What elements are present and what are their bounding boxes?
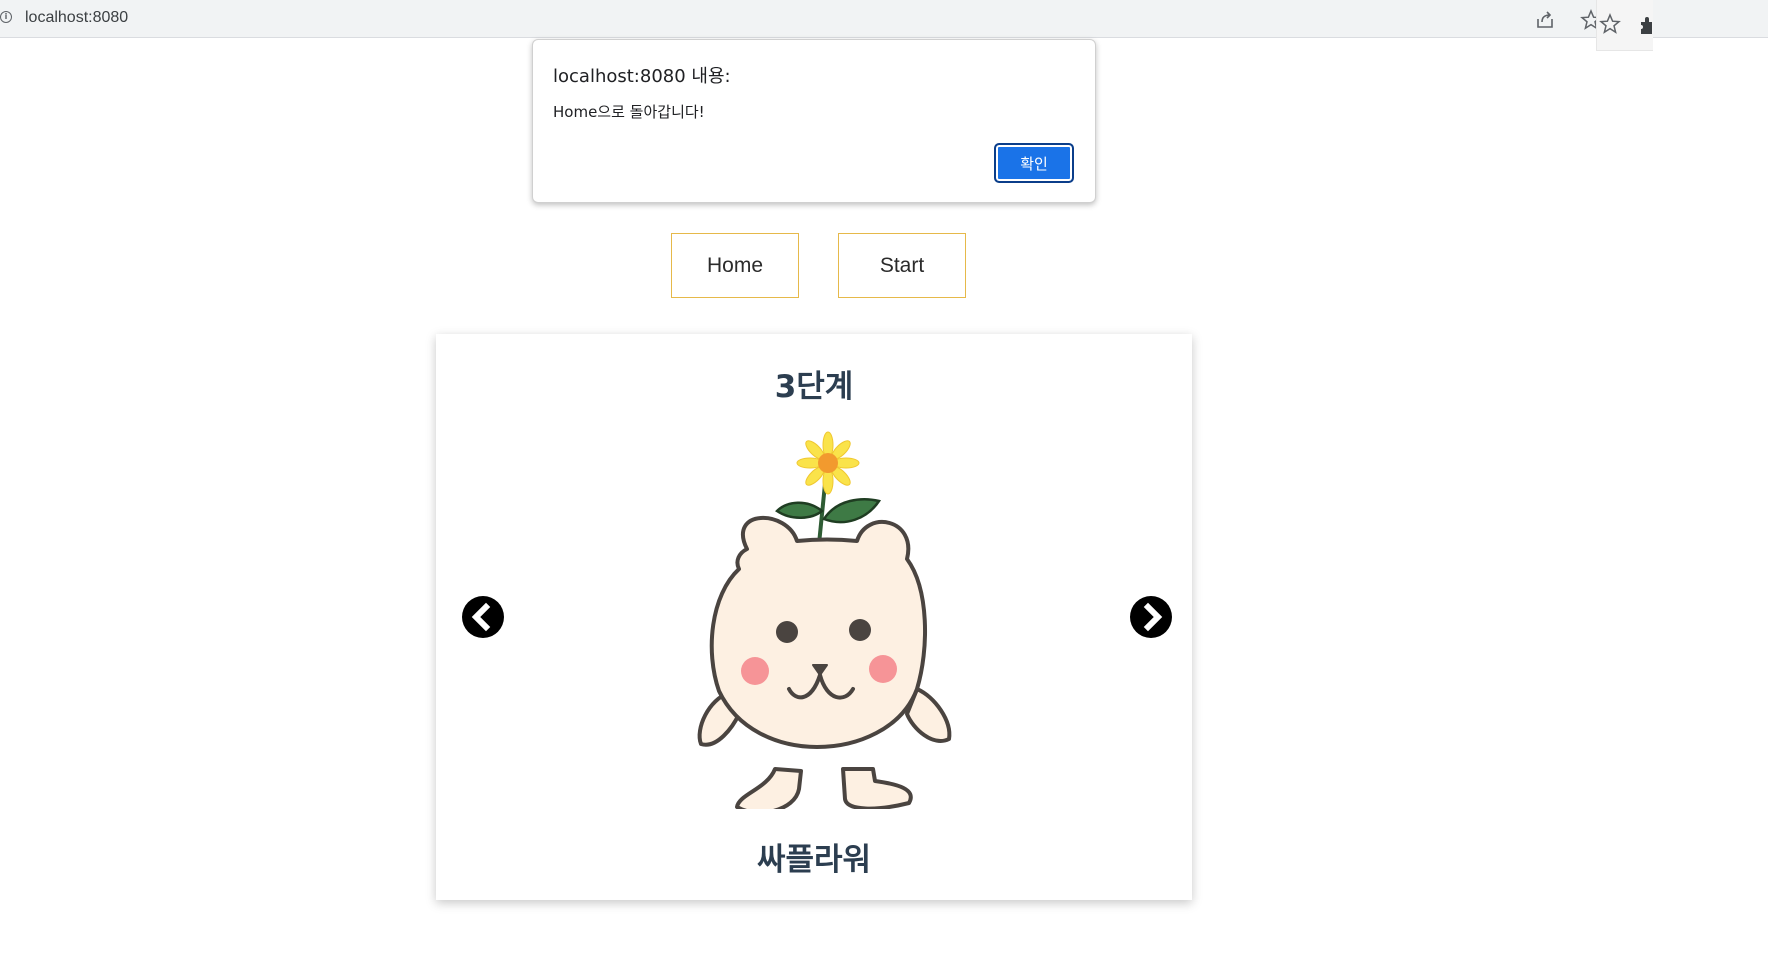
share-icon[interactable] [1534, 9, 1556, 31]
chevron-left-icon [471, 602, 491, 632]
level-title: 3단계 [774, 369, 854, 405]
extensions-strip [1596, 0, 1653, 51]
character-card: 3단계 싸플라워 [436, 334, 1192, 900]
start-button[interactable]: Start [838, 233, 966, 298]
info-icon[interactable]: i [0, 11, 12, 23]
dialog-title: localhost:8080 내용: [553, 66, 731, 87]
star-icon[interactable] [1599, 13, 1621, 35]
character-name: 싸플라워 [756, 842, 872, 878]
browser-toolbar: i localhost:8080 [0, 0, 1768, 38]
prev-arrow-button[interactable] [462, 596, 504, 638]
dialog-message: Home으로 돌아갑니다! [553, 103, 705, 121]
ok-button[interactable]: 확인 [994, 143, 1074, 183]
next-arrow-button[interactable] [1130, 596, 1172, 638]
address-bar-url[interactable]: localhost:8080 [25, 9, 128, 27]
home-button[interactable]: Home [671, 233, 799, 298]
chevron-right-icon [1143, 602, 1163, 632]
character-illustration [697, 431, 952, 809]
alert-dialog: localhost:8080 내용: Home으로 돌아갑니다! 확인 [532, 39, 1096, 203]
extensions-icon[interactable] [1639, 16, 1653, 36]
